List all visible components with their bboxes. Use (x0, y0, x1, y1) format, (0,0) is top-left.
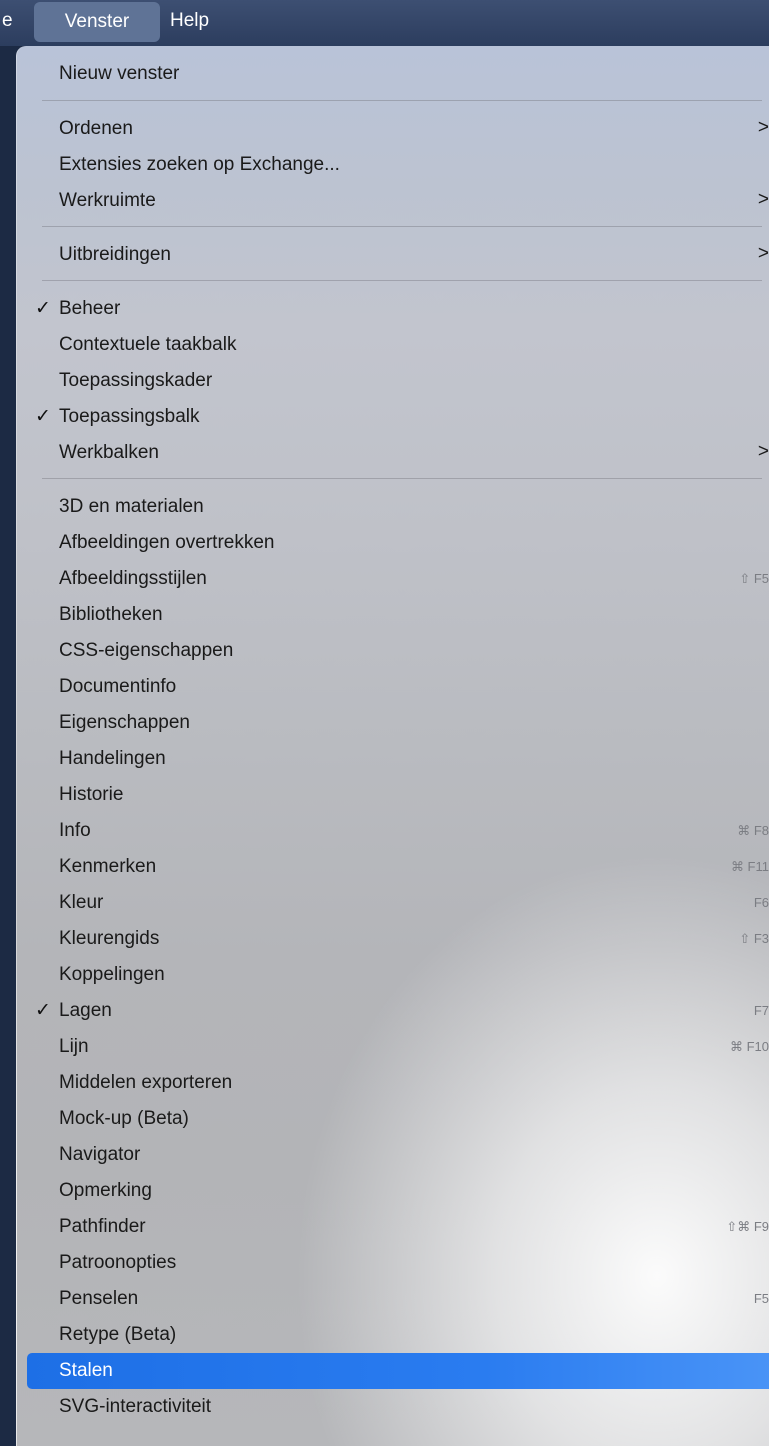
menu-item-label: Afbeeldingen overtrekken (59, 532, 275, 553)
menu-item-label: Middelen exporteren (59, 1072, 233, 1093)
menu-item-label: Retype (Beta) (59, 1324, 177, 1345)
menu-item-label: Kleur (59, 892, 104, 913)
menu-item-label: Koppelingen (59, 964, 165, 985)
menu-item-beheer[interactable]: ✓ Beheer (17, 291, 769, 327)
menu-item-label: Werkbalken (59, 442, 159, 463)
menu-item-panel[interactable]: Kleur F6 (17, 885, 769, 921)
menu-item-panel[interactable]: Kenmerken ⌘ F11 (17, 849, 769, 885)
menu-item-label: Afbeeldingsstijlen (59, 568, 207, 589)
menu-item-label: 3D en materialen (59, 496, 204, 517)
menu-item-panel[interactable]: Koppelingen (17, 957, 769, 993)
menu-item-panel[interactable]: Kleurengids ⇧ F3 (17, 921, 769, 957)
menu-bar: e Venster Help (0, 0, 769, 46)
menu-item-label: Nieuw venster (59, 63, 180, 84)
menu-item-label: Handelingen (59, 748, 166, 769)
menu-item-label: SVG-interactiviteit (59, 1396, 212, 1417)
menu-item-label: Pathfinder (59, 1216, 146, 1237)
menu-item-ordenen[interactable]: Ordenen > (17, 111, 769, 147)
menu-item-label: CSS-eigenschappen (59, 640, 234, 661)
menu-item-werkbalken[interactable]: Werkbalken > (17, 435, 769, 471)
menu-item-label: Toepassingsbalk (59, 406, 200, 427)
menu-item-panel[interactable]: Historie (17, 777, 769, 813)
menu-item-label: Uitbreidingen (59, 244, 171, 265)
menu-item-label: Lijn (59, 1036, 89, 1057)
menu-item-panel[interactable]: SVG-interactiviteit (17, 1389, 769, 1425)
menu-item-label: Ordenen (59, 118, 133, 139)
venster-dropdown-menu: Nieuw venster Ordenen > Extensies zoeken… (16, 46, 769, 1446)
menu-item-label: Historie (59, 784, 124, 805)
checkmark-icon: ✓ (35, 1000, 51, 1021)
menubar-item-help[interactable]: Help (170, 0, 209, 42)
menu-item-panel[interactable]: Patroonopties (17, 1245, 769, 1281)
menu-item-label: Mock-up (Beta) (59, 1108, 189, 1129)
menu-item-panel[interactable]: Penselen F5 (17, 1281, 769, 1317)
menu-separator (42, 226, 762, 227)
keyboard-shortcut: ⇧ F3 (739, 931, 769, 946)
menu-item-panel[interactable]: Mock-up (Beta) (17, 1101, 769, 1137)
keyboard-shortcut: F7 (753, 1003, 769, 1018)
keyboard-shortcut: ⌘ F8 (737, 823, 769, 838)
menu-item-label: Kleurengids (59, 928, 160, 949)
checkmark-icon: ✓ (35, 406, 51, 427)
chevron-right-icon: > (757, 189, 769, 210)
menu-item-werkruimte[interactable]: Werkruimte > (17, 183, 769, 219)
menu-item-label: Eigenschappen (59, 712, 190, 733)
menu-item-toepassingskader[interactable]: Toepassingskader (17, 363, 769, 399)
menu-item-panel[interactable]: Opmerking (17, 1173, 769, 1209)
keyboard-shortcut: ⌘ F11 (730, 859, 769, 874)
menu-item-label: Documentinfo (59, 676, 177, 697)
menu-item-panel[interactable]: Pathfinder ⇧⌘ F9 (17, 1209, 769, 1245)
keyboard-shortcut: ⌘ F10 (729, 1039, 769, 1054)
menu-item-label: Patroonopties (59, 1252, 177, 1273)
chevron-right-icon: > (757, 243, 769, 264)
menu-item-panel[interactable]: Retype (Beta) (17, 1317, 769, 1353)
menu-item-panel[interactable]: Navigator (17, 1137, 769, 1173)
menu-item-panel[interactable]: Handelingen (17, 741, 769, 777)
menu-item-panel[interactable]: Eigenschappen (17, 705, 769, 741)
menu-item-panel[interactable]: CSS-eigenschappen (17, 633, 769, 669)
checkmark-icon: ✓ (35, 298, 51, 319)
menu-item-panel[interactable]: Afbeeldingsstijlen ⇧ F5 (17, 561, 769, 597)
menu-separator (42, 478, 762, 479)
menu-item-label: Stalen (59, 1360, 113, 1381)
menu-item-panel[interactable]: ✓ Lagen F7 (17, 993, 769, 1029)
keyboard-shortcut: ⇧ F5 (739, 571, 769, 586)
keyboard-shortcut: F6 (753, 895, 769, 910)
menu-item-label: Penselen (59, 1288, 139, 1309)
menu-item-panel[interactable]: Documentinfo (17, 669, 769, 705)
menu-item-panel[interactable]: Bibliotheken (17, 597, 769, 633)
menu-item-label: Werkruimte (59, 190, 156, 211)
menu-item-panel[interactable]: Info ⌘ F8 (17, 813, 769, 849)
menu-item-label: Contextuele taakbalk (59, 334, 237, 355)
menu-item-extensies[interactable]: Extensies zoeken op Exchange... (17, 147, 769, 183)
chevron-right-icon: > (757, 441, 769, 462)
menubar-item-partial[interactable]: e (2, 0, 13, 42)
menu-item-panel[interactable]: 3D en materialen (17, 489, 769, 525)
menu-item-label: Toepassingskader (59, 370, 213, 391)
menu-item-uitbreidingen[interactable]: Uitbreidingen > (17, 237, 769, 273)
keyboard-shortcut: F5 (753, 1291, 769, 1306)
keyboard-shortcut: ⇧⌘ F9 (726, 1219, 769, 1234)
menu-item-label: Beheer (59, 298, 121, 319)
menu-item-nieuw-venster[interactable]: Nieuw venster (17, 56, 769, 92)
menu-item-label: Extensies zoeken op Exchange... (59, 154, 340, 175)
chevron-right-icon: > (757, 117, 769, 138)
menu-item-panel[interactable]: Middelen exporteren (17, 1065, 769, 1101)
menu-separator (42, 100, 762, 101)
menubar-item-venster[interactable]: Venster (34, 2, 160, 42)
menu-item-label: Bibliotheken (59, 604, 163, 625)
menu-item-panel[interactable]: Stalen (27, 1353, 769, 1389)
menu-item-label: Navigator (59, 1144, 141, 1165)
menu-item-label: Info (59, 820, 91, 841)
menu-separator (42, 280, 762, 281)
menu-item-contextuele-taakbalk[interactable]: Contextuele taakbalk (17, 327, 769, 363)
menu-item-label: Opmerking (59, 1180, 152, 1201)
menu-item-label: Lagen (59, 1000, 112, 1021)
menu-item-panel[interactable]: Lijn ⌘ F10 (17, 1029, 769, 1065)
menu-item-label: Kenmerken (59, 856, 157, 877)
menu-item-toepassingsbalk[interactable]: ✓ Toepassingsbalk (17, 399, 769, 435)
menu-item-panel[interactable]: Afbeeldingen overtrekken (17, 525, 769, 561)
